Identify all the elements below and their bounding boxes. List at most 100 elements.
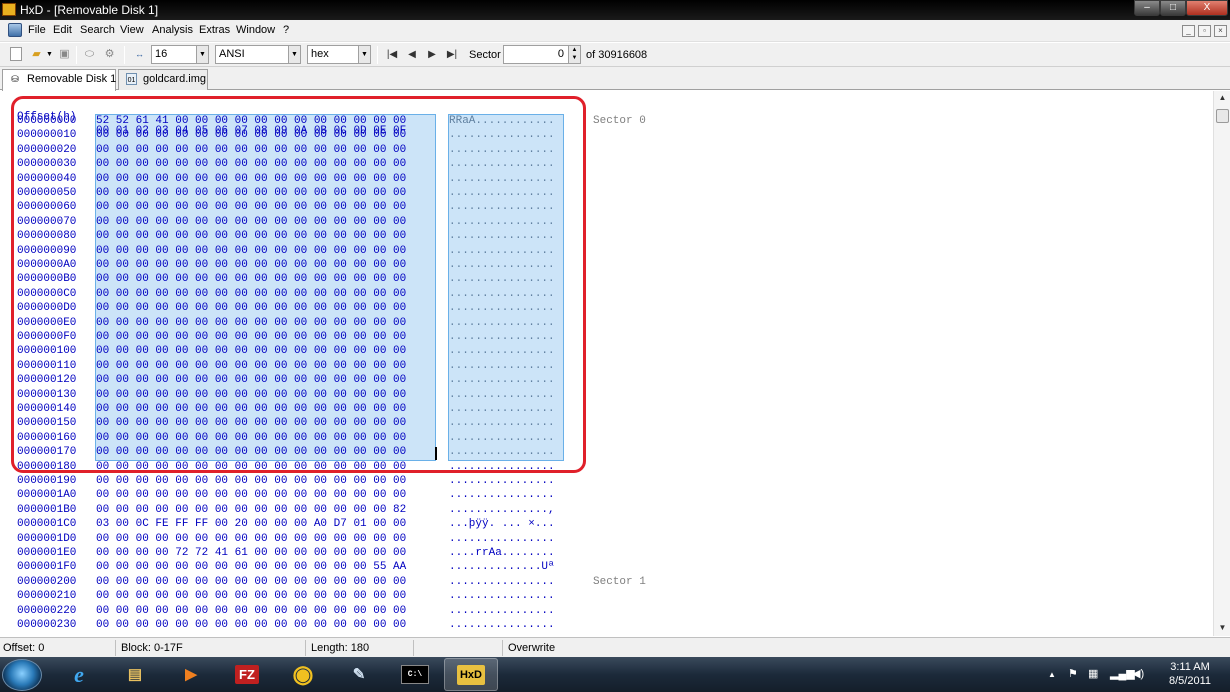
vertical-scrollbar[interactable]: ▲ ▼ [1213,91,1230,636]
menu-edit[interactable]: Edit [53,24,72,36]
row-text[interactable]: ................ [449,575,555,589]
row-hex-bytes[interactable]: 03 00 0C FE FF FF 00 20 00 00 00 A0 D7 0… [96,517,406,531]
menu-window[interactable]: Window [236,24,275,36]
last-sector-icon[interactable]: ▶| [445,47,459,62]
clock-time: 3:11 AM [1170,661,1210,673]
table-row[interactable]: 000000230 00 00 00 00 00 00 00 00 00 00 0… [0,618,600,632]
row-text[interactable]: ...þÿÿ. ... ×... [449,517,555,531]
row-text[interactable]: ....rrAa........ [449,546,555,560]
menu-search[interactable]: Search [80,24,115,36]
row-text[interactable]: ..............Uª [449,560,555,574]
internet-explorer-icon[interactable]: e [52,658,106,691]
command-prompt-icon[interactable]: C:\ [388,658,442,691]
row-text[interactable]: ................ [449,589,555,603]
row-hex-bytes[interactable]: 00 00 00 00 00 00 00 00 00 00 00 00 00 0… [96,503,406,517]
row-hex-bytes[interactable]: 00 00 00 00 00 00 00 00 00 00 00 00 00 0… [96,474,406,488]
row-text[interactable]: ................ [449,604,555,618]
mdi-minimize-button[interactable]: _ [1182,25,1195,37]
table-row[interactable]: 000000210 00 00 00 00 00 00 00 00 00 00 0… [0,589,600,603]
mdi-restore-button[interactable]: ▫ [1198,25,1211,37]
row-offset: 000000210 [17,590,77,603]
cmd-glyph: C:\ [400,665,430,684]
sector-input[interactable]: 0 ▲ ▼ [503,45,581,64]
table-row[interactable]: 0000001F0 00 00 00 00 00 00 00 00 00 00 0… [0,560,600,574]
charset-select[interactable]: ANSI ▼ [215,45,301,64]
table-row[interactable]: 000000200 00 00 00 00 00 00 00 00 00 00 0… [0,575,600,589]
menu-extras[interactable]: Extras [199,24,230,36]
menu-file[interactable]: File [28,24,46,36]
save-icon[interactable]: ▣ [57,47,72,62]
clock[interactable]: 3:11 AM 8/5/2011 [1160,660,1220,688]
filezilla-icon[interactable]: FZ [220,658,274,691]
mdi-close-button[interactable]: × [1214,25,1227,37]
sector-0-label: Sector 0 [593,115,646,127]
new-file-icon[interactable] [10,47,22,61]
scroll-thumb[interactable] [1216,109,1229,123]
open-disk-icon[interactable]: ⬭ [82,47,97,62]
row-hex-bytes[interactable]: 00 00 00 00 00 00 00 00 00 00 00 00 00 0… [96,618,406,632]
menu-analysis[interactable]: Analysis [152,24,193,36]
table-row[interactable]: 0000001D0 00 00 00 00 00 00 00 00 00 00 0… [0,532,600,546]
paint-icon[interactable]: ✎ [332,658,386,691]
row-hex-bytes[interactable]: 00 00 00 00 00 00 00 00 00 00 00 00 00 0… [96,560,406,574]
row-hex-bytes[interactable]: 00 00 00 00 00 00 00 00 00 00 00 00 00 0… [96,604,406,618]
table-row[interactable]: 000000190 00 00 00 00 00 00 00 00 00 00 0… [0,474,600,488]
previous-sector-icon[interactable]: ◀ [405,47,419,62]
chrome-icon[interactable]: ◉ [276,658,330,691]
hxd-taskbar-icon[interactable]: HxD [444,658,498,691]
minimize-button[interactable]: – [1134,0,1160,16]
media-player-icon[interactable]: ▶ [164,658,218,691]
network-icon[interactable]: ▦ [1088,667,1098,680]
row-hex-bytes[interactable]: 00 00 00 00 72 72 41 61 00 00 00 00 00 0… [96,546,406,560]
menu-help[interactable]: ? [283,24,289,36]
row-hex-bytes[interactable]: 00 00 00 00 00 00 00 00 00 00 00 00 00 0… [96,532,406,546]
row-hex-bytes[interactable]: 00 00 00 00 00 00 00 00 00 00 00 00 00 0… [96,589,406,603]
row-text[interactable]: ................ [449,474,555,488]
scroll-down-icon[interactable]: ▼ [1214,621,1230,635]
sector-label: Sector [469,49,501,61]
filezilla-glyph: FZ [235,665,259,684]
maximize-button[interactable]: □ [1160,0,1186,16]
table-row[interactable]: 0000001B0 00 00 00 00 00 00 00 00 00 00 0… [0,503,600,517]
row-hex-bytes[interactable]: 00 00 00 00 00 00 00 00 00 00 00 00 00 0… [96,575,406,589]
hxd-app-icon[interactable] [2,3,16,16]
taskbar: e ▤ ▶ FZ ◉ ✎ C:\ HxD ▲ ⚑ ▦ ▂▄▆ ◀) 3:11 A… [0,657,1230,692]
row-text[interactable]: ................ [449,618,555,632]
spin-icon[interactable]: ▲ ▼ [568,46,580,63]
hex-editor[interactable]: Offset(h) 00 01 02 03 04 05 06 07 08 09 … [0,91,1213,636]
open-dropdown-icon[interactable]: ▼ [42,47,57,62]
table-row[interactable]: 0000001C0 03 00 0C FE FF FF 00 20 00 00 0… [0,517,600,531]
tab-goldcard-img[interactable]: 01 goldcard.img [118,69,208,90]
document-system-icon[interactable] [8,23,22,37]
first-sector-icon[interactable]: |◀ [385,47,399,62]
menu-view[interactable]: View [120,24,144,36]
start-button[interactable] [2,659,42,691]
menu-bar: File Edit Search View Analysis Extras Wi… [0,20,1230,42]
open-ram-icon[interactable]: ⚙ [102,47,117,62]
row-text[interactable]: ................ [449,532,555,546]
table-row[interactable]: 0000001A0 00 00 00 00 00 00 00 00 00 00 0… [0,488,600,502]
signal-icon[interactable]: ▂▄▆ [1110,667,1135,680]
status-mode: Overwrite [508,642,556,654]
bytes-per-row-select[interactable]: 16 ▼ [151,45,209,64]
table-row[interactable]: 000000220 00 00 00 00 00 00 00 00 00 00 0… [0,604,600,618]
row-text[interactable]: ................ [449,488,555,502]
offset-base-value: hex [311,48,329,60]
scroll-up-icon[interactable]: ▲ [1214,91,1230,105]
row-offset: 0000001F0 [17,561,77,574]
row-offset: 0000001B0 [17,503,77,516]
row-text[interactable]: ..............., [449,503,555,517]
close-button[interactable]: X [1186,0,1228,16]
title-bar: HxD - [Removable Disk 1] – □ X [0,0,1230,20]
action-center-flag-icon[interactable]: ⚑ [1068,667,1078,680]
offset-base-select[interactable]: hex ▼ [307,45,371,64]
next-sector-icon[interactable]: ▶ [425,47,439,62]
status-block: Block: 0-17F [121,642,183,654]
row-hex-bytes[interactable]: 00 00 00 00 00 00 00 00 00 00 00 00 00 0… [96,488,406,502]
table-row[interactable]: 0000001E0 00 00 00 00 72 72 41 61 00 00 0… [0,546,600,560]
tab-removable-disk-1[interactable]: ⛁ Removable Disk 1 [2,69,116,91]
volume-icon[interactable]: ◀) [1132,667,1144,680]
explorer-folder-icon[interactable]: ▤ [108,658,162,691]
status-separator [115,640,116,656]
show-hidden-icons-icon[interactable]: ▲ [1048,670,1056,679]
